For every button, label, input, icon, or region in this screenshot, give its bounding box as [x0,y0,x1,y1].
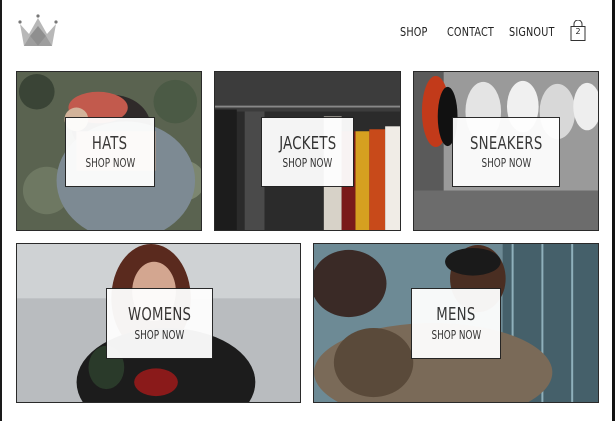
nav-shop-link[interactable]: SHOP [400,24,428,39]
category-label: HATS SHOP NOW [65,117,155,187]
shop-now-link[interactable]: SHOP NOW [481,156,531,170]
category-tile-hats[interactable]: HATS SHOP NOW [16,71,202,231]
category-tile-womens[interactable]: WOMENS SHOP NOW [16,243,301,403]
category-tile-jackets[interactable]: JACKETS SHOP NOW [214,71,401,231]
nav-contact-link[interactable]: CONTACT [447,24,494,39]
category-label: MENS SHOP NOW [411,288,501,359]
category-title: MENS [436,304,476,326]
shop-now-link[interactable]: SHOP NOW [85,156,135,170]
category-tile-mens[interactable]: MENS SHOP NOW [313,243,599,403]
shop-now-link[interactable]: SHOP NOW [283,156,333,170]
category-title: SNEAKERS [469,132,543,154]
window-frame-left [0,0,2,421]
category-label: SNEAKERS SHOP NOW [452,117,560,187]
shop-now-link[interactable]: SHOP NOW [135,328,185,342]
category-title: HATS [92,132,128,154]
nav-signout-link[interactable]: SIGNOUT [509,24,555,39]
cart-count: 2 [575,27,581,36]
category-title: WOMENS [127,304,192,326]
category-title: JACKETS [278,132,337,154]
category-tile-sneakers[interactable]: SNEAKERS SHOP NOW [413,71,599,231]
shop-now-link[interactable]: SHOP NOW [431,328,481,342]
category-label: JACKETS SHOP NOW [261,117,354,187]
main-nav: SHOP CONTACT SIGNOUT [0,24,615,44]
cart-button[interactable]: 2 [569,19,587,42]
category-label: WOMENS SHOP NOW [106,288,213,359]
